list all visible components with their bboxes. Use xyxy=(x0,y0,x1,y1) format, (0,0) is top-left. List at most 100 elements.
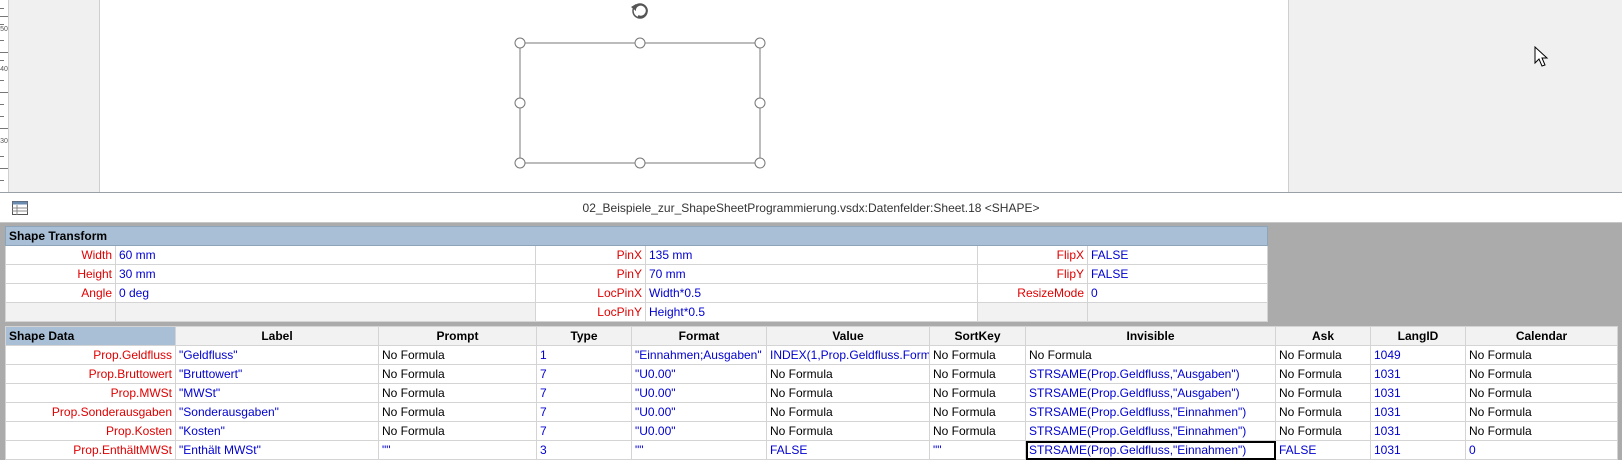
cell-label[interactable]: "Geldfluss" xyxy=(175,345,379,365)
selection-handle[interactable] xyxy=(514,37,526,49)
cell-label[interactable]: "MWSt" xyxy=(175,383,379,403)
cell-invisible[interactable]: STRSAME(Prop.Geldfluss,"Ausgaben") xyxy=(1025,364,1276,384)
row-name-cell[interactable]: Prop.Kosten xyxy=(5,421,176,441)
cell-label[interactable]: "Enthält MWSt" xyxy=(175,440,379,460)
cell-value-flipx[interactable]: FALSE xyxy=(1086,245,1269,265)
column-header-sortkey[interactable]: SortKey xyxy=(929,326,1026,346)
cell-sortkey[interactable]: No Formula xyxy=(929,383,1026,403)
cell-format[interactable]: "U0.00" xyxy=(631,402,767,422)
cell-invisible[interactable]: No Formula xyxy=(1025,345,1276,365)
cell-name-locpiny[interactable]: LocPinY xyxy=(535,302,646,322)
column-header-type[interactable]: Type xyxy=(536,326,632,346)
cell-ask[interactable]: No Formula xyxy=(1275,345,1371,365)
cell-label[interactable]: "Kosten" xyxy=(175,421,379,441)
cell-langid[interactable]: 1049 xyxy=(1370,345,1466,365)
cell-name-flipx[interactable]: FlipX xyxy=(977,245,1088,265)
cell-name-pinx[interactable]: PinX xyxy=(535,245,646,265)
cell-prompt[interactable]: No Formula xyxy=(378,383,537,403)
cell-name-angle[interactable]: Angle xyxy=(5,283,116,303)
cell-value-angle[interactable]: 0 deg xyxy=(115,283,536,303)
column-header-value[interactable]: Value xyxy=(766,326,930,346)
row-name-cell[interactable]: Prop.MWSt xyxy=(5,383,176,403)
cell-prompt[interactable]: No Formula xyxy=(378,402,537,422)
row-name-cell[interactable]: Prop.Bruttowert xyxy=(5,364,176,384)
cell-format[interactable]: "U0.00" xyxy=(631,364,767,384)
cell-ask[interactable]: No Formula xyxy=(1275,402,1371,422)
cell-type[interactable]: 7 xyxy=(536,421,632,441)
cell-value[interactable]: FALSE xyxy=(766,440,930,460)
selection-handle[interactable] xyxy=(634,157,646,169)
column-header-ask[interactable]: Ask xyxy=(1275,326,1371,346)
cell-invisible[interactable]: STRSAME(Prop.Geldfluss,"Einnahmen") xyxy=(1025,402,1276,422)
cell-sortkey[interactable]: No Formula xyxy=(929,345,1026,365)
cell-calendar[interactable]: 0 xyxy=(1465,440,1618,460)
cell-name-piny[interactable]: PinY xyxy=(535,264,646,284)
cell-sortkey[interactable]: "" xyxy=(929,440,1026,460)
cell-type[interactable]: 1 xyxy=(536,345,632,365)
cell-format[interactable]: "Einnahmen;Ausgaben" xyxy=(631,345,767,365)
selection-handle[interactable] xyxy=(754,157,766,169)
section-header-shape-transform[interactable]: Shape Transform xyxy=(4,226,1269,246)
rotation-handle-icon[interactable] xyxy=(631,3,648,19)
cell-langid[interactable]: 1031 xyxy=(1370,383,1466,403)
row-name-cell[interactable]: Prop.Sonderausgaben xyxy=(5,402,176,422)
cell-langid[interactable]: 1031 xyxy=(1370,421,1466,441)
cell-langid[interactable]: 1031 xyxy=(1370,364,1466,384)
cell-calendar[interactable]: No Formula xyxy=(1465,402,1618,422)
cell-value-locpiny[interactable]: Height*0.5 xyxy=(645,302,978,322)
cell-prompt[interactable]: No Formula xyxy=(378,364,537,384)
cell-format[interactable]: "" xyxy=(631,440,767,460)
cell-sortkey[interactable]: No Formula xyxy=(929,364,1026,384)
cell-sortkey[interactable]: No Formula xyxy=(929,402,1026,422)
cell-value-piny[interactable]: 70 mm xyxy=(645,264,978,284)
cell-calendar[interactable]: No Formula xyxy=(1465,364,1618,384)
column-header-calendar[interactable]: Calendar xyxy=(1465,326,1618,346)
cell-invisible[interactable]: STRSAME(Prop.Geldfluss,"Ausgaben") xyxy=(1025,383,1276,403)
cell-name-locpinx[interactable]: LocPinX xyxy=(535,283,646,303)
cell-ask[interactable]: No Formula xyxy=(1275,383,1371,403)
cell-value[interactable]: No Formula xyxy=(766,421,930,441)
row-name-cell[interactable]: Prop.EnthältMWSt xyxy=(5,440,176,460)
cell-type[interactable]: 7 xyxy=(536,402,632,422)
cell-type[interactable]: 7 xyxy=(536,383,632,403)
cell-ask[interactable]: No Formula xyxy=(1275,421,1371,441)
cell-label[interactable]: "Bruttowert" xyxy=(175,364,379,384)
cell-type[interactable]: 7 xyxy=(536,364,632,384)
cell-prompt[interactable]: "" xyxy=(378,440,537,460)
cell-value-locpinx[interactable]: Width*0.5 xyxy=(645,283,978,303)
cell-value-height[interactable]: 30 mm xyxy=(115,264,536,284)
cell-value[interactable]: No Formula xyxy=(766,383,930,403)
cell-format[interactable]: "U0.00" xyxy=(631,383,767,403)
cell-calendar[interactable]: No Formula xyxy=(1465,383,1618,403)
cell-value[interactable]: No Formula xyxy=(766,364,930,384)
cell-calendar[interactable]: No Formula xyxy=(1465,345,1618,365)
cell-value[interactable]: INDEX(1,Prop.Geldfluss.Format) xyxy=(766,345,930,365)
selection-handle[interactable] xyxy=(634,37,646,49)
selection-handle[interactable] xyxy=(514,97,526,109)
cell-label[interactable]: "Sonderausgaben" xyxy=(175,402,379,422)
section-header-shape-data[interactable]: Shape Data xyxy=(5,326,176,346)
cell-sortkey[interactable]: No Formula xyxy=(929,421,1026,441)
selection-handle[interactable] xyxy=(514,157,526,169)
cell-invisible[interactable]: STRSAME(Prop.Geldfluss,"Einnahmen") xyxy=(1025,421,1276,441)
cell-value[interactable]: No Formula xyxy=(766,402,930,422)
column-header-langid[interactable]: LangID xyxy=(1370,326,1466,346)
cell-prompt[interactable]: No Formula xyxy=(378,421,537,441)
cell-invisible[interactable]: STRSAME(Prop.Geldfluss,"Einnahmen") xyxy=(1025,440,1276,460)
drawing-canvas[interactable]: 50 40 30 xyxy=(0,0,1622,192)
cell-value-flipy[interactable]: FALSE xyxy=(1086,264,1269,284)
cell-name-flipy[interactable]: FlipY xyxy=(977,264,1088,284)
column-header-format[interactable]: Format xyxy=(631,326,767,346)
cell-format[interactable]: "U0.00" xyxy=(631,421,767,441)
column-header-prompt[interactable]: Prompt xyxy=(378,326,537,346)
cell-type[interactable]: 3 xyxy=(536,440,632,460)
cell-name-width[interactable]: Width xyxy=(5,245,116,265)
column-header-invisible[interactable]: Invisible xyxy=(1025,326,1276,346)
cell-prompt[interactable]: No Formula xyxy=(378,345,537,365)
cell-calendar[interactable]: No Formula xyxy=(1465,421,1618,441)
cell-value-resizemode[interactable]: 0 xyxy=(1086,283,1269,303)
selection-handle[interactable] xyxy=(754,97,766,109)
row-name-cell[interactable]: Prop.Geldfluss xyxy=(5,345,176,365)
cell-value-width[interactable]: 60 mm xyxy=(115,245,536,265)
cell-langid[interactable]: 1031 xyxy=(1370,402,1466,422)
